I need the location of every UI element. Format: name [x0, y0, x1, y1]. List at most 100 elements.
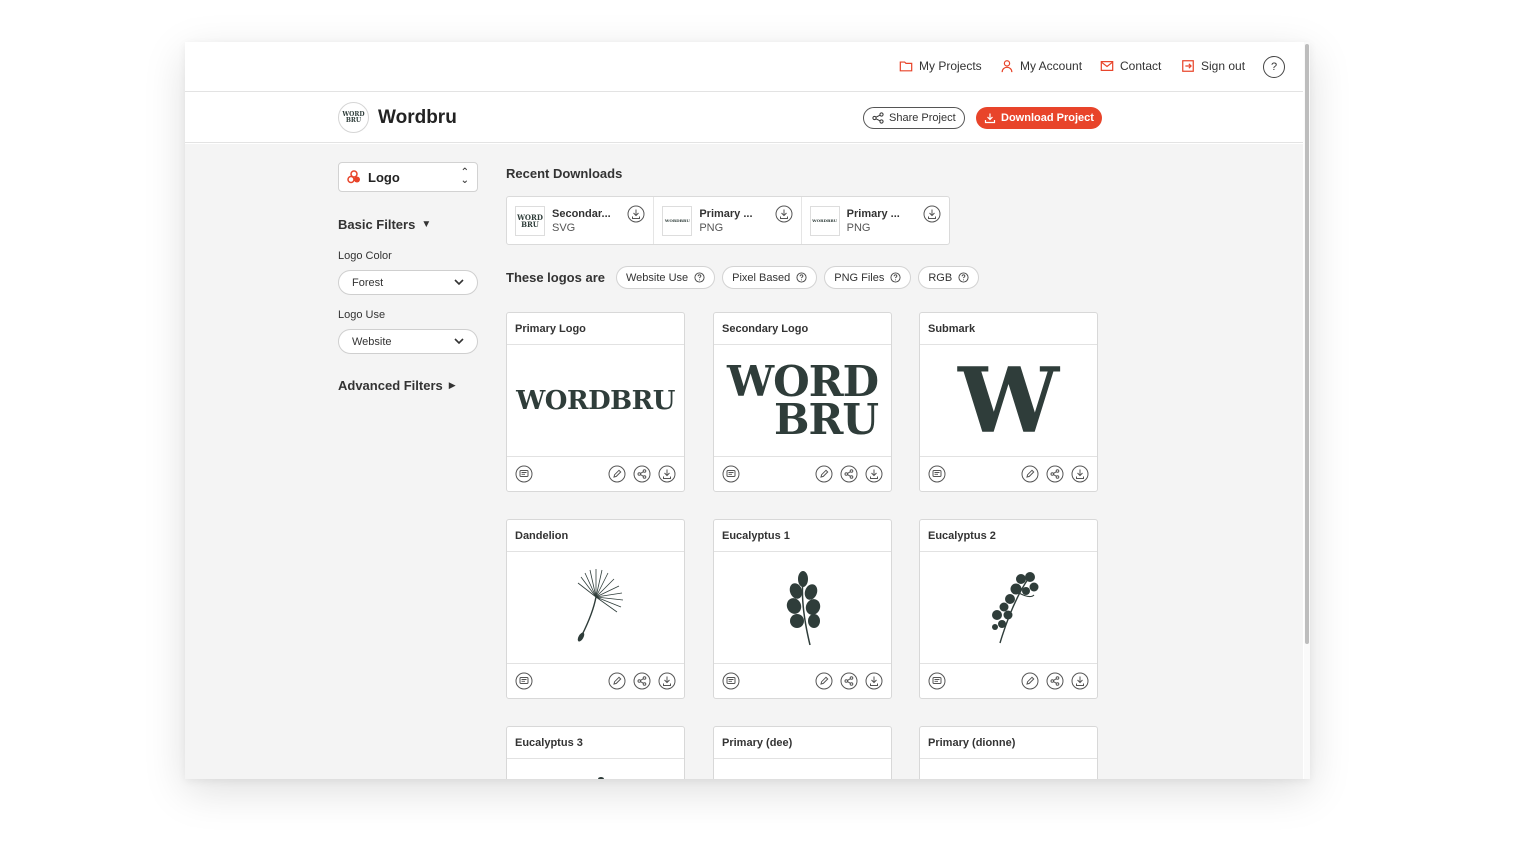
tag-chip[interactable]: PNG Files [824, 266, 912, 289]
basic-filters-toggle[interactable]: Basic Filters ▼ [338, 217, 431, 232]
recent-item-name: Primary ... [699, 207, 753, 220]
recent-download-item[interactable]: WORD BRU Secondar... SVG [507, 197, 655, 244]
card-preview [920, 552, 1097, 664]
download-icon[interactable] [1071, 672, 1089, 690]
download-icon[interactable] [658, 672, 676, 690]
comment-icon[interactable] [928, 672, 946, 690]
recent-item-format: SVG [552, 221, 576, 234]
logo-use-label: Logo Use [338, 309, 386, 321]
logo-card[interactable]: Primary (dionne) [919, 726, 1098, 779]
card-actions [507, 664, 684, 698]
caret-right-icon: ▶ [448, 380, 456, 390]
download-project-button[interactable]: Download Project [976, 107, 1102, 129]
logo-card[interactable]: Primary Logo WORDBRU [506, 312, 685, 492]
share-icon[interactable] [633, 465, 651, 483]
logo-card[interactable]: Dandelion [506, 519, 685, 699]
nav-my-projects[interactable]: My Projects [899, 59, 982, 73]
edit-icon[interactable] [608, 465, 626, 483]
asset-type-select[interactable]: Logo ⌃ ⌄ [338, 162, 478, 192]
download-icon[interactable] [865, 465, 883, 483]
scrollbar-thumb[interactable] [1305, 44, 1309, 644]
tag-chip[interactable]: RGB [918, 266, 980, 289]
logo-use-select[interactable]: Website [338, 329, 478, 354]
tags-label: These logos are [506, 270, 605, 285]
share-icon[interactable] [840, 672, 858, 690]
recent-thumbnail: WORD BRU [515, 205, 545, 236]
nav-contact[interactable]: Contact [1100, 59, 1161, 73]
help-circle-icon [958, 272, 969, 283]
recent-item-name: Primary ... [846, 207, 900, 220]
logo-type-icon [347, 170, 360, 184]
logo-card[interactable]: Eucalyptus 2 [919, 519, 1098, 699]
share-project-label: Share Project [889, 112, 956, 124]
nav-my-account[interactable]: My Account [1000, 59, 1082, 73]
download-circle-icon[interactable] [627, 205, 645, 223]
eucalyptus-sprig-image [786, 570, 820, 645]
logo-card[interactable]: Eucalyptus 3 [506, 726, 685, 779]
edit-icon[interactable] [815, 465, 833, 483]
download-icon[interactable] [1071, 465, 1089, 483]
logo-card[interactable]: Secondary Logo WORD BRU [713, 312, 892, 492]
share-icon[interactable] [840, 465, 858, 483]
tag-label: PNG Files [834, 271, 885, 284]
content-area: Logo ⌃ ⌄ Basic Filters ▼ Logo Color Fores… [185, 144, 1303, 779]
recent-item-format: PNG [846, 221, 871, 234]
card-title: Primary (dionne) [920, 727, 1097, 759]
eucalyptus-branch-image [991, 571, 1038, 643]
tag-chip[interactable]: Website Use [615, 266, 716, 289]
edit-icon[interactable] [1021, 465, 1039, 483]
card-preview: W [920, 345, 1097, 457]
download-project-label: Download Project [1001, 112, 1094, 124]
share-icon[interactable] [633, 672, 651, 690]
tags-row: These logos are Website Use Pixel Based … [506, 266, 980, 289]
card-title: Primary (dee) [714, 727, 891, 759]
logo-card[interactable]: Submark W [919, 312, 1098, 492]
card-actions [714, 664, 891, 698]
card-actions [507, 457, 684, 491]
card-preview [714, 552, 891, 664]
download-circle-icon[interactable] [923, 205, 941, 223]
scrollbar[interactable] [1304, 42, 1310, 779]
tag-chip[interactable]: Pixel Based [722, 266, 818, 289]
comment-icon[interactable] [722, 465, 740, 483]
nav-sign-out[interactable]: Sign out [1181, 59, 1245, 73]
share-project-button[interactable]: Share Project [863, 107, 965, 129]
asset-type-value: Logo [368, 169, 400, 185]
help-button[interactable]: ? [1263, 56, 1285, 78]
edit-icon[interactable] [608, 672, 626, 690]
recent-thumbnail: WORDBRU [809, 205, 840, 236]
logo-card[interactable]: Primary (dee) [713, 726, 892, 779]
download-circle-icon[interactable] [775, 205, 793, 223]
user-icon [1001, 60, 1013, 73]
basic-filters-label: Basic Filters [338, 217, 416, 232]
recent-item-name: Secondar... [552, 207, 611, 220]
download-icon[interactable] [658, 465, 676, 483]
card-preview: WORD BRU [714, 345, 891, 457]
share-icon[interactable] [1046, 465, 1064, 483]
recent-item-format: PNG [699, 221, 724, 234]
card-title: Eucalyptus 2 [920, 520, 1097, 552]
secondary-wordmark-image: WORD BRU [727, 360, 879, 440]
share-icon[interactable] [1046, 672, 1064, 690]
comment-icon[interactable] [515, 672, 533, 690]
edit-icon[interactable] [1021, 672, 1039, 690]
edit-icon[interactable] [815, 672, 833, 690]
recent-download-item[interactable]: WORDBRU Primary ... PNG [802, 197, 949, 244]
recent-download-item[interactable]: WORDBRU Primary ... PNG [654, 197, 802, 244]
card-title: Eucalyptus 1 [714, 520, 891, 552]
comment-icon[interactable] [722, 672, 740, 690]
nav-my-account-label: My Account [1020, 59, 1083, 73]
download-icon [984, 113, 996, 124]
help-circle-icon [694, 272, 705, 283]
advanced-filters-toggle[interactable]: Advanced Filters ▶ [338, 378, 456, 393]
card-title: Submark [920, 313, 1097, 345]
logo-card[interactable]: Eucalyptus 1 [713, 519, 892, 699]
recent-downloads-title: Recent Downloads [506, 166, 623, 181]
logo-color-value: Forest [352, 276, 384, 289]
card-actions [920, 664, 1097, 698]
nav-my-projects-label: My Projects [919, 59, 982, 73]
download-icon[interactable] [865, 672, 883, 690]
comment-icon[interactable] [928, 465, 946, 483]
logo-color-select[interactable]: Forest [338, 270, 478, 295]
comment-icon[interactable] [515, 465, 533, 483]
